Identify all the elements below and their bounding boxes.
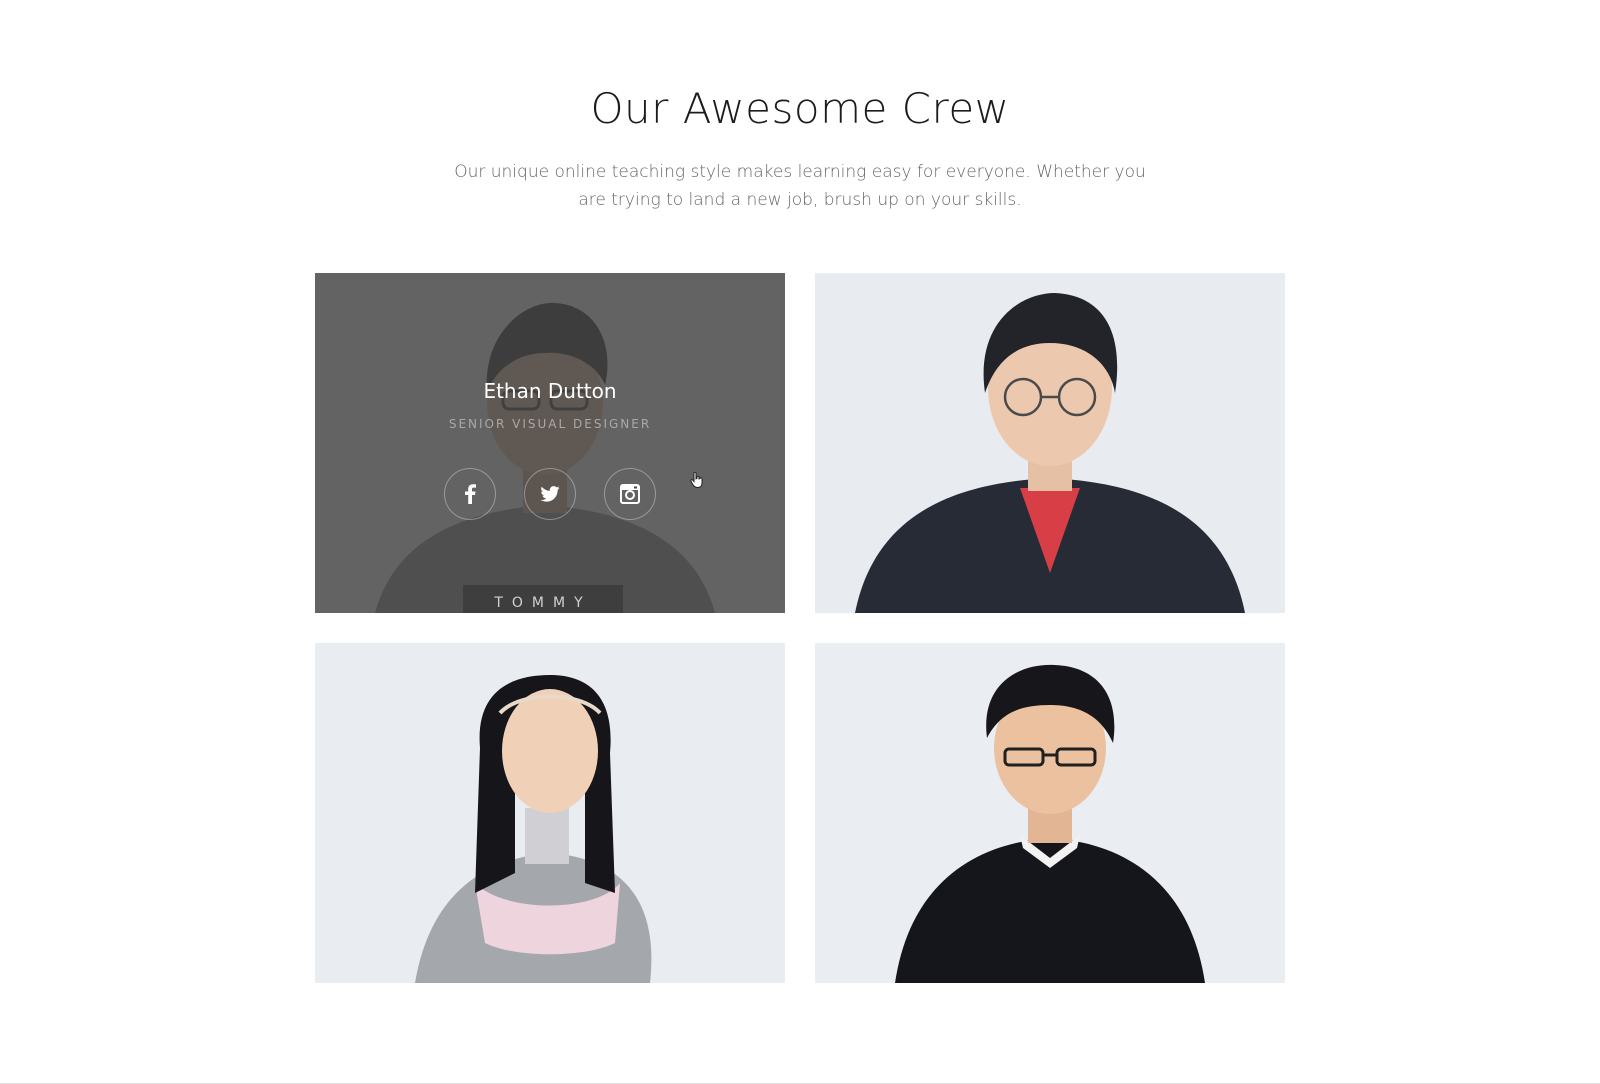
member-name: Ethan Dutton [483,379,617,403]
section-subtitle: Our unique online teaching style makes l… [454,162,1146,210]
instagram-icon [605,469,655,519]
section-title: Our Awesome Crew [590,84,1010,133]
team-member-photo [815,643,1285,983]
shirt-lettering: TOMMY [493,595,591,611]
twitter-link[interactable] [524,468,576,520]
hand-cursor-icon [690,472,703,488]
team-card-ethan-dutton[interactable]: TOMMY Ethan Dutton SENIOR VISUAL DESIGNE… [315,273,785,613]
social-links [315,468,785,520]
hover-overlay [315,273,785,613]
instagram-link[interactable] [604,468,656,520]
team-member-photo [315,643,785,983]
team-section: Our Awesome Crew Our unique online teach… [0,0,1600,1084]
facebook-icon [445,469,495,519]
team-member-photo [815,273,1285,613]
team-card-4[interactable] [815,643,1285,983]
twitter-icon [525,469,575,519]
team-card-3[interactable] [315,643,785,983]
team-card-2[interactable] [815,273,1285,613]
facebook-link[interactable] [444,468,496,520]
member-role: SENIOR VISUAL DESIGNER [448,417,652,431]
